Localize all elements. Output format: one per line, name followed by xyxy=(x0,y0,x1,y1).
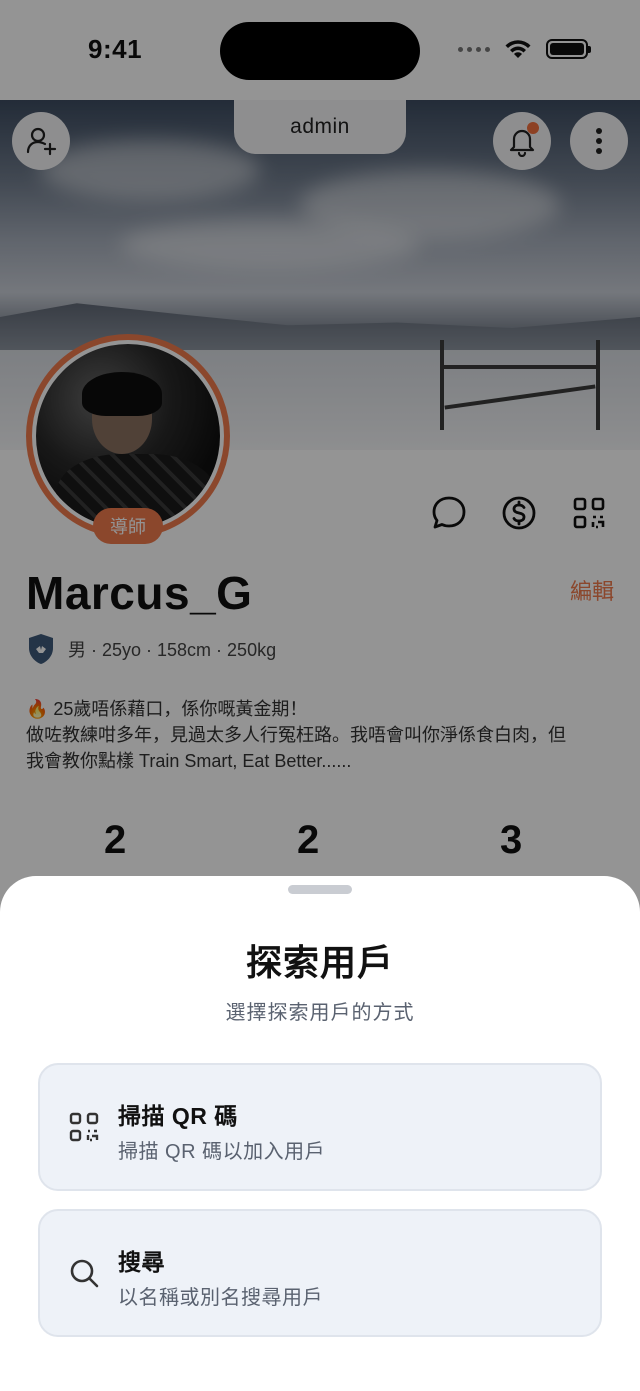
sheet-title: 探索用戶 xyxy=(245,942,394,983)
qr-scan-icon xyxy=(66,1109,102,1145)
option-description: 掃描 QR 碼以加入用戶 xyxy=(118,1141,326,1163)
search-icon xyxy=(66,1255,102,1291)
sheet-subtitle: 選擇探索用戶的方式 xyxy=(225,1002,415,1024)
search-option[interactable]: 搜尋 以名稱或別名搜尋用戶 xyxy=(38,1209,602,1337)
option-title: 搜尋 xyxy=(118,1249,165,1275)
scan-qr-option[interactable]: 掃描 QR 碼 掃描 QR 碼以加入用戶 xyxy=(38,1063,602,1191)
profile-screen: 9:41 admin 導師 Marcus_G 編輯 男 · 25yo · 158… xyxy=(0,0,640,1391)
explore-users-sheet: 探索用戶 選擇探索用戶的方式 掃描 QR 碼 掃描 QR 碼以加入用戶 搜尋 以… xyxy=(0,876,640,1391)
option-title: 掃描 QR 碼 xyxy=(118,1103,238,1129)
sheet-drag-handle[interactable] xyxy=(288,885,352,894)
option-description: 以名稱或別名搜尋用戶 xyxy=(118,1287,323,1309)
